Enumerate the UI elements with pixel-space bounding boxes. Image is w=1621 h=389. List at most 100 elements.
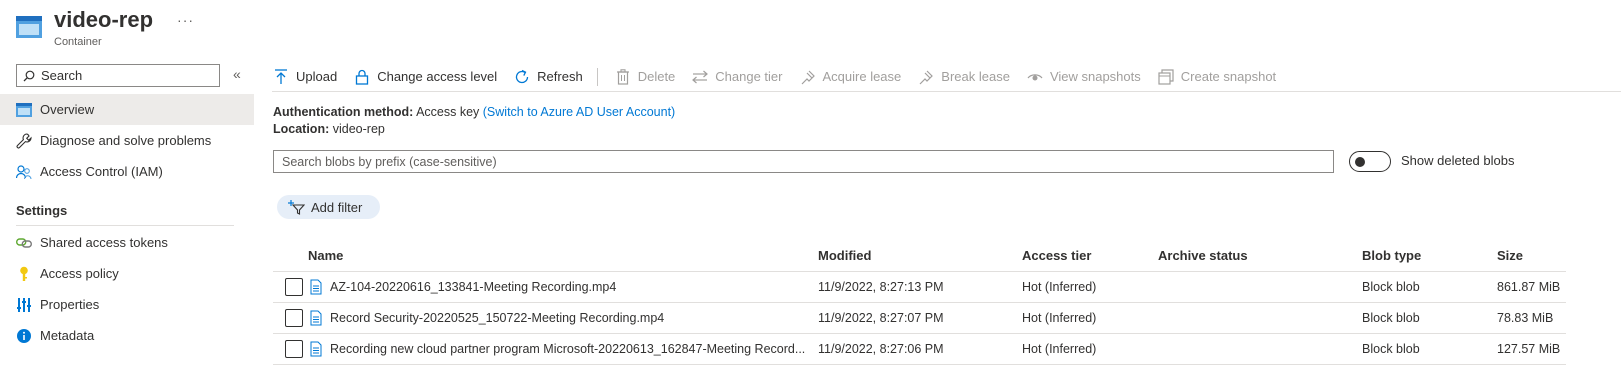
page-title: video-rep <box>54 7 154 32</box>
swap-arrows-icon <box>691 68 709 86</box>
people-icon <box>16 164 32 180</box>
sidebar-item-label: Shared access tokens <box>40 235 168 250</box>
create-snapshot-label: Create snapshot <box>1180 69 1277 84</box>
sidebar-item-iam[interactable]: Access Control (IAM) <box>0 156 254 187</box>
acquire-lease-label: Acquire lease <box>822 69 902 84</box>
blob-access-tier: Hot (Inferred) <box>1022 280 1097 294</box>
table-row[interactable]: AZ-104-20220616_133841-Meeting Recording… <box>273 272 1566 303</box>
blob-type: Block blob <box>1362 311 1420 325</box>
add-filter-button[interactable]: Add filter <box>277 195 380 219</box>
toggle-knob <box>1355 157 1365 167</box>
wrench-icon <box>16 132 32 149</box>
key-icon <box>16 266 32 282</box>
blob-size: 861.87 MiB <box>1497 280 1561 294</box>
change-access-level-button[interactable]: Change access level <box>353 64 497 90</box>
view-snapshots-label: View snapshots <box>1049 69 1141 84</box>
blob-name-link[interactable]: Record Security-20220525_150722-Meeting … <box>330 311 664 325</box>
sidebar-item-properties[interactable]: Properties <box>0 289 254 320</box>
search-icon <box>23 70 35 81</box>
settings-heading: Settings <box>16 203 68 218</box>
show-deleted-blobs-label: Show deleted blobs <box>1401 153 1515 168</box>
blob-modified: 11/9/2022, 8:27:07 PM <box>818 311 944 325</box>
sidebar-item-label: Access policy <box>40 266 119 281</box>
upload-label: Upload <box>296 69 338 84</box>
column-header-archive-status[interactable]: Archive status <box>1158 248 1362 263</box>
sidebar-item-label: Overview <box>40 102 95 117</box>
acquire-lease-button[interactable]: Acquire lease <box>799 64 902 90</box>
collapse-sidebar-button[interactable]: « <box>233 66 241 82</box>
divider <box>16 225 234 226</box>
sidebar-item-label: Access Control (IAM) <box>40 164 163 179</box>
table-header: Name Modified Access tier Archive status… <box>273 240 1566 272</box>
file-icon <box>310 310 322 326</box>
switch-auth-link[interactable]: (Switch to Azure AD User Account) <box>483 105 675 119</box>
blob-modified: 11/9/2022, 8:27:13 PM <box>818 280 944 294</box>
break-lease-label: Break lease <box>941 69 1010 84</box>
link-icon <box>16 235 32 251</box>
lock-icon <box>353 68 371 86</box>
sidebar-search-input[interactable]: Search <box>16 64 220 87</box>
add-filter-label: Add filter <box>311 199 363 215</box>
delete-button[interactable]: Delete <box>614 64 676 90</box>
file-icon <box>310 341 322 357</box>
column-header-size[interactable]: Size <box>1497 248 1566 263</box>
upload-icon <box>272 68 290 86</box>
create-snapshot-button[interactable]: Create snapshot <box>1157 64 1276 90</box>
container-info: Authentication method: Access key (Switc… <box>273 104 675 138</box>
refresh-button[interactable]: Refresh <box>513 64 583 90</box>
sidebar-item-overview[interactable]: Overview <box>0 94 254 125</box>
sidebar-item-metadata[interactable]: Metadata <box>0 320 254 351</box>
table-row[interactable]: Record Security-20220525_150722-Meeting … <box>273 303 1566 334</box>
sidebar-search-placeholder: Search <box>41 68 83 83</box>
blob-size: 78.83 MiB <box>1497 311 1554 325</box>
auth-method-value: Access key <box>416 105 480 119</box>
row-checkbox[interactable] <box>284 309 303 327</box>
refresh-icon <box>513 68 531 86</box>
show-deleted-blobs-toggle[interactable] <box>1349 151 1391 172</box>
auth-method-label: Authentication method: <box>273 105 414 119</box>
refresh-label: Refresh <box>537 69 583 84</box>
more-options-button[interactable]: ··· <box>177 10 194 30</box>
page-subtitle: Container <box>54 36 102 48</box>
blob-type: Block blob <box>1362 342 1420 356</box>
column-header-modified[interactable]: Modified <box>818 248 1022 263</box>
upload-button[interactable]: Upload <box>272 64 337 90</box>
filter-icon <box>288 200 305 215</box>
sidebar-item-label: Diagnose and solve problems <box>40 133 212 148</box>
blob-size: 127.57 MiB <box>1497 342 1561 356</box>
column-header-access-tier[interactable]: Access tier <box>1022 248 1158 263</box>
blob-name-link[interactable]: Recording new cloud partner program Micr… <box>330 342 805 356</box>
toolbar-separator <box>596 67 598 86</box>
sidebar-item-access-policy[interactable]: Access policy <box>0 258 254 289</box>
change-tier-label: Change tier <box>715 69 783 84</box>
column-header-blob-type[interactable]: Blob type <box>1362 248 1497 263</box>
location-value: video-rep <box>332 122 385 136</box>
blob-prefix-search-input[interactable]: Search blobs by prefix (case-sensitive) <box>273 150 1334 173</box>
break-lease-button[interactable]: Break lease <box>917 64 1010 90</box>
blob-type: Block blob <box>1362 280 1420 294</box>
break-lease-icon <box>917 68 935 86</box>
blob-table: Name Modified Access tier Archive status… <box>273 240 1566 365</box>
eye-icon <box>1026 68 1044 86</box>
delete-label: Delete <box>637 69 676 84</box>
column-header-name[interactable]: Name <box>308 248 818 263</box>
container-icon <box>16 16 42 38</box>
view-snapshots-button[interactable]: View snapshots <box>1026 64 1141 90</box>
blob-name-link[interactable]: AZ-104-20220616_133841-Meeting Recording… <box>330 280 616 294</box>
location-label: Location: <box>273 122 330 136</box>
sidebar-item-diagnose[interactable]: Diagnose and solve problems <box>0 125 254 156</box>
sidebar-item-shared-access-tokens[interactable]: Shared access tokens <box>0 227 254 258</box>
snapshot-icon <box>1157 68 1175 86</box>
change-tier-button[interactable]: Change tier <box>691 64 783 90</box>
blob-modified: 11/9/2022, 8:27:06 PM <box>818 342 944 356</box>
lease-icon <box>799 68 817 86</box>
row-checkbox[interactable] <box>284 340 303 358</box>
command-bar: Upload Change access level Refresh Delet… <box>272 62 1621 92</box>
page-header: video-rep ··· Container <box>16 6 194 52</box>
sidebar-item-label: Properties <box>40 297 100 312</box>
info-icon <box>16 328 32 344</box>
table-row[interactable]: Recording new cloud partner program Micr… <box>273 334 1566 365</box>
sidebar-item-label: Metadata <box>40 328 95 343</box>
row-checkbox[interactable] <box>284 278 303 296</box>
change-access-level-label: Change access level <box>377 69 498 84</box>
